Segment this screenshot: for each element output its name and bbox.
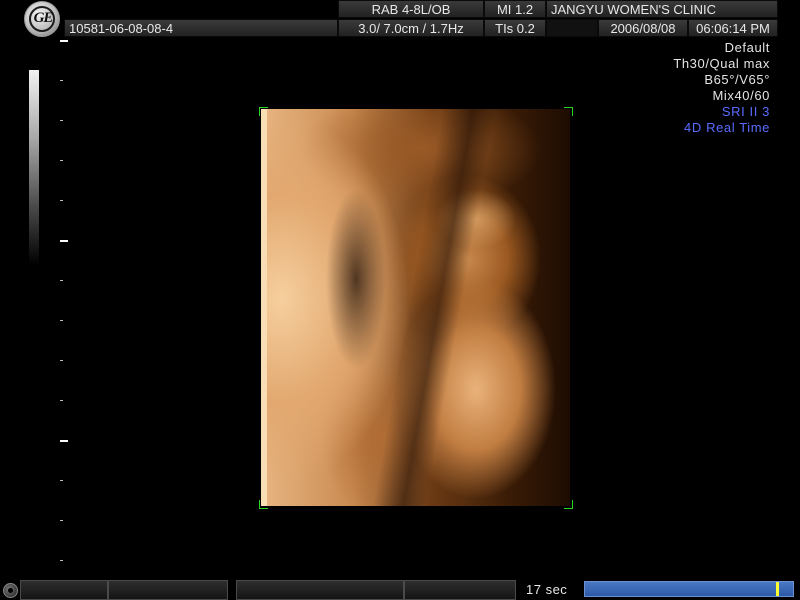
ruler-minor-tick bbox=[60, 320, 63, 321]
header-bar: GE RAB 4-8L/OB MI 1.2 JANGYU WOMEN'S CLI… bbox=[0, 0, 800, 40]
roi-corner-bottom-left bbox=[259, 500, 268, 509]
cine-progress-bar[interactable] bbox=[584, 581, 794, 597]
ruler-major-tick bbox=[60, 40, 68, 42]
angles-label: B65°/V65° bbox=[704, 72, 770, 87]
ruler-minor-tick bbox=[60, 480, 63, 481]
header-spacer bbox=[546, 19, 598, 37]
preset-label: Default bbox=[724, 40, 770, 55]
cine-position-marker[interactable] bbox=[776, 582, 779, 596]
tis-label: TIs 0.2 bbox=[484, 19, 546, 37]
ruler-major-tick bbox=[60, 440, 68, 442]
roi-corner-top-left bbox=[259, 107, 268, 116]
ruler-minor-tick bbox=[60, 360, 63, 361]
ruler-minor-tick bbox=[60, 400, 63, 401]
probe-label: RAB 4-8L/OB bbox=[338, 0, 484, 18]
sri-label: SRI II 3 bbox=[721, 104, 770, 119]
grayscale-bar bbox=[29, 70, 39, 265]
ruler-minor-tick bbox=[60, 520, 63, 521]
ruler-minor-tick bbox=[60, 120, 63, 121]
date-label: 2006/08/08 bbox=[598, 19, 688, 37]
roi-corner-top-right bbox=[564, 107, 573, 116]
logo-text: GE bbox=[33, 10, 54, 26]
trackball-icon[interactable] bbox=[3, 583, 18, 598]
time-label: 06:06:14 PM bbox=[688, 19, 778, 37]
ruler-minor-tick bbox=[60, 560, 63, 561]
ruler-minor-tick bbox=[60, 80, 63, 81]
patient-id: 10581-06-08-08-4 bbox=[64, 19, 338, 37]
ultrasound-render-image bbox=[261, 109, 570, 506]
cine-timer: 17 sec bbox=[526, 582, 568, 597]
bottom-tab-2[interactable] bbox=[108, 580, 228, 600]
institution-label: JANGYU WOMEN'S CLINIC bbox=[546, 0, 778, 18]
mi-label: MI 1.2 bbox=[484, 0, 546, 18]
bottom-tab-1[interactable] bbox=[20, 580, 108, 600]
roi-corner-bottom-right bbox=[564, 500, 573, 509]
ruler-major-tick bbox=[60, 240, 68, 242]
depth-frequency-label: 3.0/ 7.0cm / 1.7Hz bbox=[338, 19, 484, 37]
ge-logo-icon: GE bbox=[24, 1, 60, 37]
ruler-minor-tick bbox=[60, 280, 63, 281]
ruler-minor-tick bbox=[60, 160, 63, 161]
mix-label: Mix40/60 bbox=[712, 88, 770, 103]
ruler-minor-tick bbox=[60, 200, 63, 201]
bottom-tab-3[interactable] bbox=[236, 580, 404, 600]
mode-label: 4D Real Time bbox=[684, 120, 770, 135]
threshold-quality-label: Th30/Qual max bbox=[673, 56, 770, 71]
bottom-tab-4[interactable] bbox=[404, 580, 516, 600]
parameter-panel: Default Th30/Qual max B65°/V65° Mix40/60… bbox=[673, 40, 770, 136]
